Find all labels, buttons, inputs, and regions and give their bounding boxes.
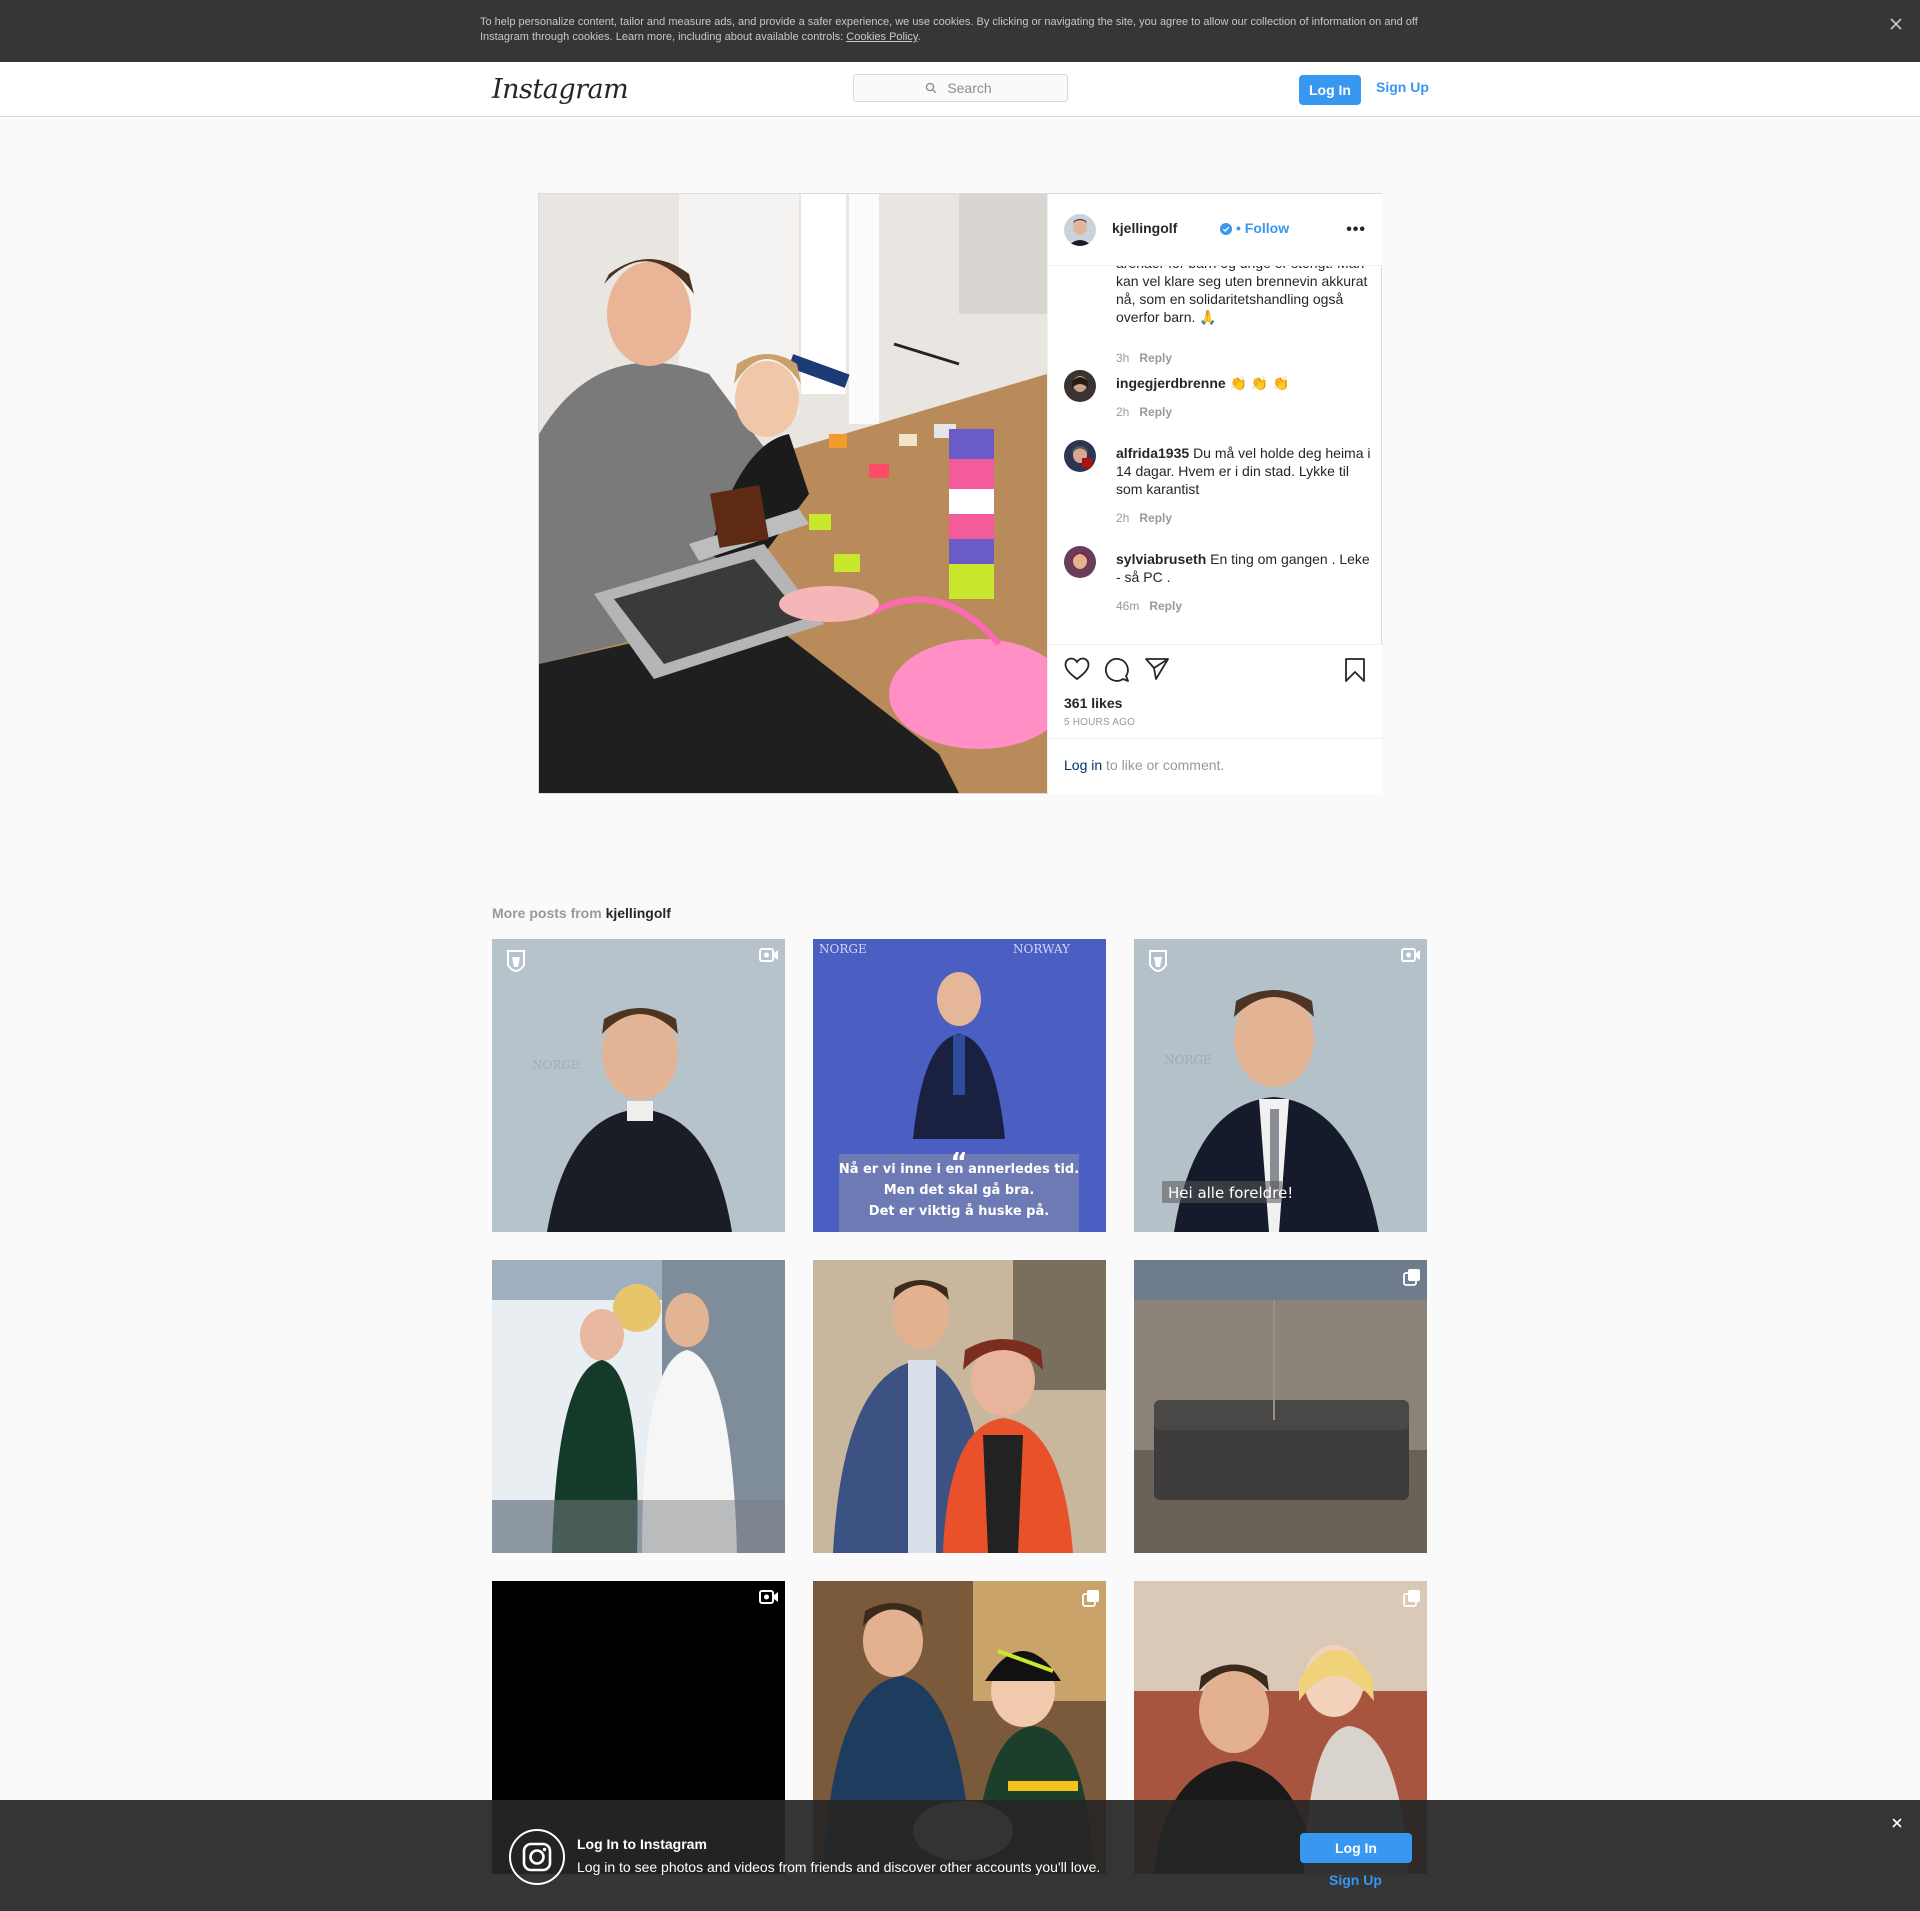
grid-post[interactable]: NORGE NORWAY “ Nå er vi inne i en annerl… — [813, 939, 1106, 1232]
comment-meta: 3h Reply — [1116, 351, 1172, 365]
comment-username[interactable]: alfrida1935 — [1116, 445, 1189, 461]
cookie-message: To help personalize content, tailor and … — [480, 16, 1418, 43]
comment-time: 46m — [1116, 599, 1140, 613]
like-count[interactable]: 361 likes — [1064, 695, 1122, 711]
comment-time: 3h — [1116, 351, 1130, 365]
video-icon — [759, 1590, 778, 1604]
close-icon[interactable] — [1890, 1816, 1904, 1830]
avatar[interactable] — [1064, 370, 1096, 402]
tile-caption: Nå er vi inne i en annerledes tid. — [839, 1162, 1079, 1177]
tile-text-norway: NORWAY — [1013, 942, 1071, 956]
bottom-signup-link[interactable]: Sign Up — [1329, 1872, 1382, 1888]
norway-lion-logo-icon — [507, 950, 525, 972]
bookmark-icon[interactable] — [1344, 657, 1366, 683]
tile-caption: Det er viktig å huske på. — [869, 1204, 1049, 1219]
share-icon[interactable] — [1144, 657, 1170, 681]
video-icon — [1401, 948, 1420, 962]
post-card: kjellingolf • Follow ••• arenaer for bar… — [538, 193, 1382, 794]
post-header: kjellingolf • Follow ••• — [1048, 194, 1382, 266]
verified-badge-icon — [1220, 223, 1232, 235]
grid-post[interactable] — [1134, 1260, 1427, 1553]
carousel-icon — [1403, 1269, 1420, 1286]
search-icon — [925, 82, 937, 94]
carousel-icon — [1082, 1590, 1099, 1607]
cookie-banner: To help personalize content, tailor and … — [0, 0, 1920, 62]
reply-button[interactable]: Reply — [1139, 405, 1172, 419]
login-bottom-bar: Log In to Instagram Log in to see photos… — [0, 1800, 1920, 1911]
grid-post[interactable]: NORGE — [492, 939, 785, 1232]
comment-meta: 46m Reply — [1116, 599, 1182, 613]
comment-body: 👏 👏 👏 — [1229, 375, 1290, 391]
reply-button[interactable]: Reply — [1139, 351, 1172, 365]
tile-caption: Men det skal gå bra. — [884, 1183, 1035, 1198]
comment-text: ingegjerdbrenne 👏 👏 👏 — [1116, 374, 1372, 392]
top-nav: Instagram Log In Sign Up — [0, 62, 1920, 117]
tile-text-norge: NORGE — [1164, 1053, 1212, 1067]
video-icon — [759, 948, 778, 962]
heart-icon[interactable] — [1064, 657, 1090, 681]
carousel-icon — [1403, 1590, 1420, 1607]
post-actions: 361 likes 5 HOURS AGO Log in to like or … — [1048, 644, 1382, 794]
instagram-glyph-icon — [509, 1829, 565, 1885]
login-prompt: Log in to like or comment. — [1048, 738, 1382, 793]
tile-caption: Hei alle foreldre! — [1168, 1184, 1293, 1202]
tile-text-norge: NORGE — [532, 1058, 580, 1072]
tile-text-norge: NORGE — [819, 942, 867, 956]
avatar[interactable] — [1064, 214, 1096, 246]
cookies-policy-link[interactable]: Cookies Policy — [846, 31, 917, 43]
avatar[interactable] — [1064, 546, 1096, 578]
post-time: 5 HOURS AGO — [1064, 717, 1136, 728]
post-username[interactable]: kjellingolf — [1112, 220, 1177, 236]
search-input[interactable] — [854, 75, 1067, 101]
bottom-bar-subtitle: Log in to see photos and videos from fri… — [577, 1859, 1101, 1875]
avatar[interactable] — [1064, 440, 1096, 472]
comment-time: 2h — [1116, 405, 1130, 419]
comment-username[interactable]: sylviabruseth — [1116, 551, 1206, 567]
more-posts-username[interactable]: kjellingolf — [606, 905, 671, 921]
follow-button[interactable]: • Follow — [1236, 220, 1289, 236]
more-posts-title: More posts from kjellingolf — [492, 905, 671, 921]
login-link[interactable]: Log in — [1064, 757, 1102, 773]
follow-label: Follow — [1244, 220, 1290, 236]
comment-meta: 2h Reply — [1116, 405, 1172, 419]
comment-text: sylviabruseth En ting om gangen . Leke -… — [1116, 550, 1372, 586]
grid-post[interactable] — [813, 1260, 1106, 1553]
norway-lion-logo-icon — [1149, 950, 1167, 972]
more-posts-label: More posts from — [492, 905, 606, 921]
login-button[interactable]: Log In — [1299, 75, 1361, 105]
comment-meta: 2h Reply — [1116, 511, 1172, 525]
post-photo[interactable] — [539, 194, 1047, 793]
post-sidebar: kjellingolf • Follow ••• arenaer for bar… — [1047, 194, 1382, 794]
reply-button[interactable]: Reply — [1139, 511, 1172, 525]
close-icon[interactable] — [1886, 14, 1906, 34]
cookie-trail: . — [917, 31, 921, 43]
bottom-bar-title: Log In to Instagram — [577, 1836, 707, 1852]
instagram-logo[interactable]: Instagram — [492, 74, 629, 105]
login-prompt-text: to like or comment. — [1102, 757, 1225, 773]
comment-text: alfrida1935 Du må vel holde deg heima i … — [1116, 444, 1372, 498]
comment-time: 2h — [1116, 511, 1130, 525]
more-options-icon[interactable]: ••• — [1346, 221, 1366, 239]
search-box[interactable] — [853, 74, 1068, 102]
grid-post[interactable]: NORGE Hei alle foreldre! — [1134, 939, 1427, 1232]
comment-icon[interactable] — [1104, 657, 1130, 683]
grid-post[interactable] — [492, 1260, 785, 1553]
cookie-text: To help personalize content, tailor and … — [480, 15, 1440, 45]
reply-button[interactable]: Reply — [1149, 599, 1182, 613]
signup-link[interactable]: Sign Up — [1376, 79, 1429, 95]
comment-username[interactable]: ingegjerdbrenne — [1116, 375, 1226, 391]
bottom-login-button[interactable]: Log In — [1300, 1833, 1412, 1863]
